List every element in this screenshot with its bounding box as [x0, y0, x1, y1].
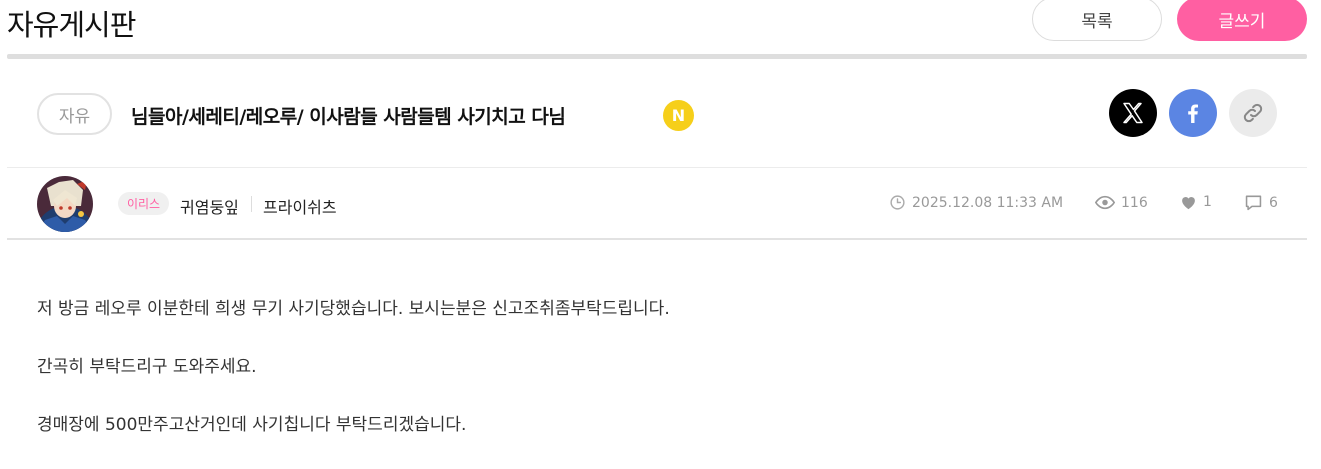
date-text: 2025.12.08 11:33 AM [912, 194, 1064, 211]
heart-icon [1182, 197, 1195, 210]
post-body-line: 경매장에 500만주고산거인데 사기칩니다 부탁드리겠습니다. [37, 415, 467, 435]
board-title: 자유게시판 [7, 8, 136, 42]
category-chip[interactable]: 자유 [37, 93, 112, 135]
comments-text: 6 [1269, 194, 1278, 211]
meta-divider [7, 238, 1307, 240]
post-date: 2025.12.08 11:33 AM [889, 194, 1063, 211]
post-body-line: 저 방금 레오루 이분한테 희생 무기 사기당했습니다. 보시는분은 신고조취좀… [37, 299, 670, 319]
like-count: 1 [1180, 194, 1212, 210]
post-body-line: 간곡히 부탁드리구 도와주세요. [37, 357, 257, 377]
share-x-button[interactable] [1109, 89, 1157, 137]
view-count: 116 [1095, 194, 1148, 211]
author-character[interactable]: 프라이쉬츠 [263, 194, 337, 218]
views-text: 116 [1121, 194, 1148, 211]
eye-icon [1095, 195, 1115, 210]
avatar[interactable] [37, 176, 93, 232]
author-separator [251, 196, 252, 212]
x-logo-icon [1123, 102, 1143, 124]
title-divider [7, 167, 1307, 168]
server-badge: 이리스 [118, 192, 169, 215]
comment-icon [1245, 195, 1262, 211]
post-title: 님들아/세레티/레오루/ 이사람들 사람들템 사기치고 다님 [131, 106, 566, 128]
link-icon [1243, 103, 1263, 123]
list-button[interactable]: 목록 [1032, 0, 1162, 41]
header-divider [7, 54, 1307, 59]
write-button[interactable]: 글쓰기 [1177, 0, 1307, 41]
facebook-icon [1188, 104, 1198, 123]
copy-link-button[interactable] [1229, 89, 1277, 137]
comment-count: 6 [1244, 194, 1278, 211]
likes-text: 1 [1203, 194, 1212, 210]
new-badge: N [663, 100, 694, 131]
share-facebook-button[interactable] [1169, 89, 1217, 137]
author-nickname[interactable]: 귀염둥잎 [180, 194, 239, 218]
clock-icon [890, 195, 905, 210]
